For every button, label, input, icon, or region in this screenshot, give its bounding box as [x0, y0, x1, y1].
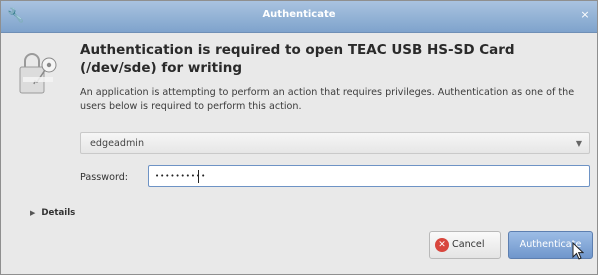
mouse-pointer-icon: [572, 242, 584, 260]
window-title: Authenticate: [262, 9, 336, 20]
user-select[interactable]: edgeadmin ▼: [80, 132, 590, 154]
chevron-down-icon[interactable]: ▼: [576, 137, 582, 151]
expand-triangle-icon: ▶: [30, 209, 36, 217]
details-expander[interactable]: ▶ Details: [30, 207, 75, 219]
dialog-heading: Authentication is required to open TEAC …: [80, 42, 515, 76]
password-field[interactable]: ••••••••••: [148, 165, 590, 187]
cancel-button[interactable]: ✕ Cancel: [429, 231, 501, 259]
dialog-description: An application is attempting to perform …: [80, 87, 575, 112]
auth-dialog-window: 🔧 Authenticate × Authentication is requi…: [0, 0, 598, 275]
dialog-content: Authentication is required to open TEAC …: [80, 41, 590, 114]
keys-lock-icon: [19, 53, 57, 94]
password-label: Password:: [80, 172, 129, 183]
text-caret: [198, 170, 199, 183]
user-select-value: edgeadmin: [90, 138, 145, 149]
cancel-button-label: Cancel: [452, 239, 485, 250]
title-bar[interactable]: 🔧 Authenticate ×: [1, 1, 597, 33]
cancel-icon: ✕: [435, 238, 449, 252]
details-label: Details: [41, 208, 76, 218]
close-button[interactable]: ×: [578, 8, 592, 22]
